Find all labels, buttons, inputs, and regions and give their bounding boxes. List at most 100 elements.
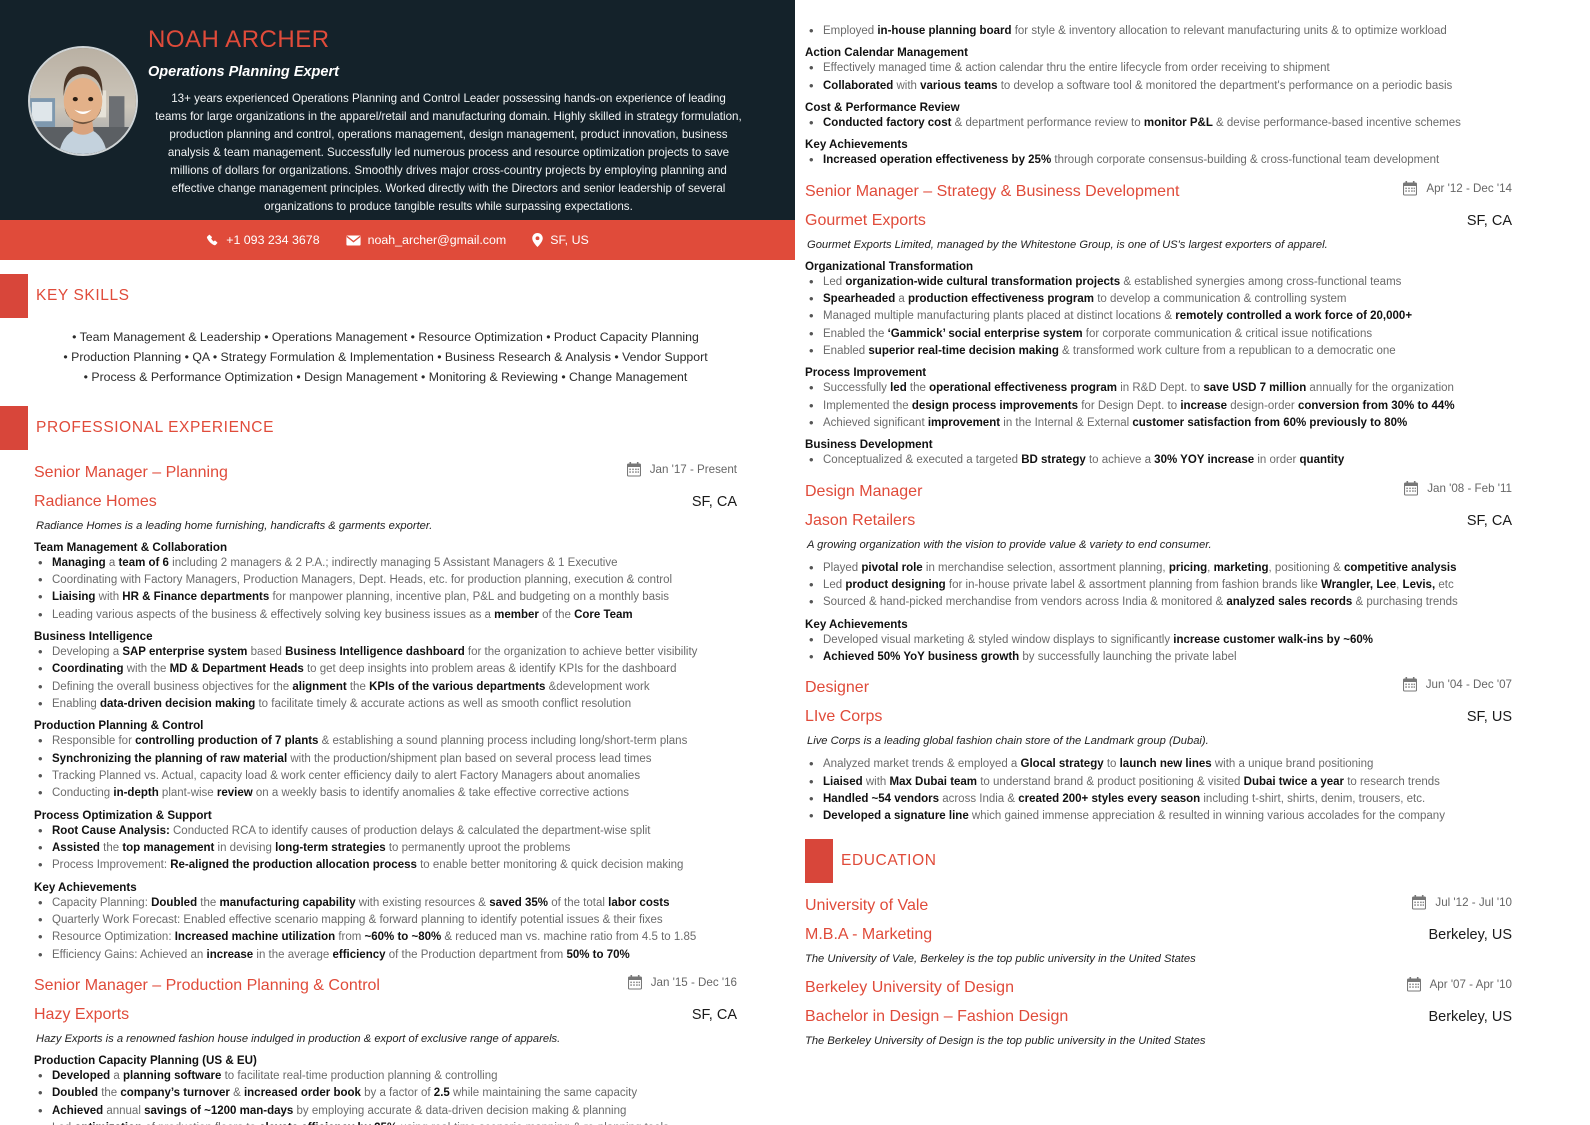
school-name: University of Vale — [805, 896, 929, 914]
bullet-item: Enabled the ‘Gammick’ social enterprise … — [805, 325, 1512, 344]
calendar-icon — [1412, 894, 1427, 910]
contact-phone-text: +1 093 234 3678 — [226, 233, 320, 247]
bullet-item: Root Cause Analysis: Conducted RCA to id… — [34, 822, 737, 841]
experience-entry: Design Manager Jan '08 - Feb '11 Jason Ret… — [805, 480, 1512, 667]
job-title: Senior Manager – Production Planning & C… — [34, 976, 380, 994]
bullet-list: Played pivotal role in merchandise selec… — [805, 559, 1512, 612]
bullet-item: Capacity Planning: Doubled the manufactu… — [34, 894, 737, 913]
education-entry: University of Vale Jul '12 - Jul '10 M.B.A… — [805, 894, 1512, 965]
company-row: Radiance Homes SF, CA — [34, 493, 737, 511]
experience-list-right: Senior Manager – Strategy & Business Dev… — [805, 180, 1512, 826]
education-location: Berkeley, US — [1428, 1008, 1512, 1025]
job-title: Senior Manager – Planning — [34, 463, 228, 481]
contact-email[interactable]: noah_archer@gmail.com — [346, 233, 507, 247]
bullet-item: Analyzed market trends & employed a Gloc… — [805, 755, 1512, 774]
calendar-icon — [627, 974, 642, 990]
skills-list: • Team Management & Leadership • Operati… — [34, 318, 737, 392]
candidate-summary: 13+ years experienced Operations Plannin… — [155, 92, 742, 213]
job-title-row: Senior Manager – Production Planning & C… — [34, 974, 737, 995]
phone-icon — [207, 234, 218, 245]
contact-email-text: noah_archer@gmail.com — [367, 233, 507, 247]
resume-page: NOAH ARCHER Operations Planning Expert 1… — [0, 0, 1590, 1125]
bullet-list: Managing a team of 6 including 2 manager… — [34, 554, 737, 625]
school-name: Berkeley University of Design — [805, 978, 1014, 996]
bullet-item: Achieved significant improvement in the … — [805, 414, 1512, 433]
skills-line: • Production Planning • QA • Strategy Fo… — [63, 349, 708, 364]
bullet-item: Defining the overall business objectives… — [34, 678, 737, 697]
bullet-list: Effectively managed time & action calend… — [805, 59, 1512, 95]
contact-location-text: SF, US — [550, 233, 589, 247]
experience-entry: Senior Manager – Strategy & Business Dev… — [805, 180, 1512, 470]
bullet-group-title: Cost & Performance Review — [805, 100, 960, 114]
bullet-list: Led organization-wide cultural transform… — [805, 273, 1512, 361]
calendar-icon — [626, 461, 641, 477]
job-date-text: Jun '04 - Dec '07 — [1425, 678, 1512, 692]
job-date: Jan '08 - Feb '11 — [1404, 480, 1512, 496]
bullet-group-title: Team Management & Collaboration — [34, 540, 228, 554]
bullet-item: Leading various aspects of the business … — [34, 606, 737, 625]
bullet-item: Conceptualized & executed a targeted BD … — [805, 451, 1512, 470]
experience-entry: Senior Manager – Planning Jan '17 - Prese… — [34, 461, 737, 965]
bullet-group-title: Key Achievements — [34, 880, 137, 894]
bullet-item: Efficiency Gains: Achieved an increase i… — [34, 946, 737, 965]
company-name: Jason Retailers — [805, 511, 916, 529]
degree-row: M.B.A - Marketing Berkeley, US — [805, 926, 1512, 944]
bullet-item: Led organization-wide cultural transform… — [805, 273, 1512, 292]
bullet-group-title: Key Achievements — [805, 617, 908, 631]
bullet-group-title: Production Planning & Control — [34, 719, 204, 733]
bullet-group-title: Organizational Transformation — [805, 259, 974, 273]
header-text: NOAH ARCHER Operations Planning Expert 1… — [144, 22, 773, 216]
degree-name: Bachelor in Design – Fashion Design — [805, 1007, 1069, 1025]
bullet-item: Liaising with HR & Finance departments f… — [34, 588, 737, 607]
bullet-item: Played pivotal role in merchandise selec… — [805, 559, 1512, 578]
section-header-key-skills: KEY SKILLS — [0, 274, 795, 318]
company-description: A growing organization with the vision t… — [807, 538, 1212, 551]
job-date: Jan '15 - Dec '16 — [627, 974, 737, 990]
education-description: The University of Vale, Berkeley is the … — [805, 952, 1196, 965]
bullet-list: Developed visual marketing & styled wind… — [805, 631, 1512, 667]
bullet-group-title: Process Optimization & Support — [34, 808, 212, 822]
bullet-group-title: Key Achievements — [805, 138, 908, 152]
bullet-item: Led optimization of production floors to… — [34, 1119, 737, 1125]
bullet-item: Coordinating with the MD & Department He… — [34, 660, 737, 679]
company-location: SF, CA — [691, 493, 737, 510]
bullet-group-title: Production Capacity Planning (US & EU) — [34, 1053, 257, 1067]
bullet-item: Led product designing for in-house priva… — [805, 576, 1512, 595]
bullet-list: Employed in-house planning board for sty… — [805, 22, 1512, 41]
job-title: Senior Manager – Strategy & Business Dev… — [805, 182, 1180, 200]
contact-phone[interactable]: +1 093 234 3678 — [206, 233, 320, 247]
company-name: Hazy Exports — [34, 1005, 130, 1023]
company-name: Gourmet Exports — [805, 211, 926, 229]
job-date-text: Apr '12 - Dec '14 — [1426, 181, 1512, 195]
experience-entry: Senior Manager – Production Planning & C… — [34, 974, 737, 1125]
bullet-item: Achieved 50% YoY business growth by succ… — [805, 648, 1512, 667]
company-location: SF, CA — [691, 1006, 737, 1023]
bullet-list: Root Cause Analysis: Conducted RCA to id… — [34, 822, 737, 875]
bullet-item: Enabled superior real-time decision maki… — [805, 342, 1512, 361]
bullet-list: Conducted factory cost & department perf… — [805, 114, 1512, 133]
resume-header: NOAH ARCHER Operations Planning Expert 1… — [0, 0, 795, 220]
avatar — [28, 46, 138, 156]
bullet-item: Tracking Planned vs. Actual, capacity lo… — [34, 767, 737, 786]
company-row: Gourmet Exports SF, CA — [805, 212, 1512, 230]
contact-location[interactable]: SF, US — [532, 233, 589, 247]
company-location: SF, CA — [1466, 512, 1512, 529]
company-description: Radiance Homes is a leading home furnish… — [36, 519, 433, 532]
bullet-item: Developing a SAP enterprise system based… — [34, 643, 737, 662]
bullet-item: Successfully led the operational effecti… — [805, 379, 1512, 398]
bullet-item: Doubled the company’s turnover & increas… — [34, 1084, 737, 1103]
education-date-text: Jul '12 - Jul '10 — [1435, 895, 1512, 909]
bullet-list: Capacity Planning: Doubled the manufactu… — [34, 894, 737, 965]
degree-name: M.B.A - Marketing — [805, 925, 933, 943]
education-title-row: University of Vale Jul '12 - Jul '10 — [805, 894, 1512, 915]
right-column: Employed in-house planning board for sty… — [795, 0, 1590, 1125]
bullet-item: Increased operation effectiveness by 25%… — [805, 151, 1512, 170]
bullet-list: Responsible for controlling production o… — [34, 732, 737, 803]
bullet-item: Managing a team of 6 including 2 manager… — [34, 554, 737, 573]
profile-photo-icon — [30, 48, 136, 154]
calendar-icon — [1402, 677, 1417, 692]
bullet-item: Handled ~54 vendors across India & creat… — [805, 790, 1512, 809]
skills-line: • Team Management & Leadership • Operati… — [72, 330, 699, 344]
bullet-item: Quarterly Work Forecast: Enabled effecti… — [34, 911, 737, 930]
job-title: Design Manager — [805, 482, 923, 500]
